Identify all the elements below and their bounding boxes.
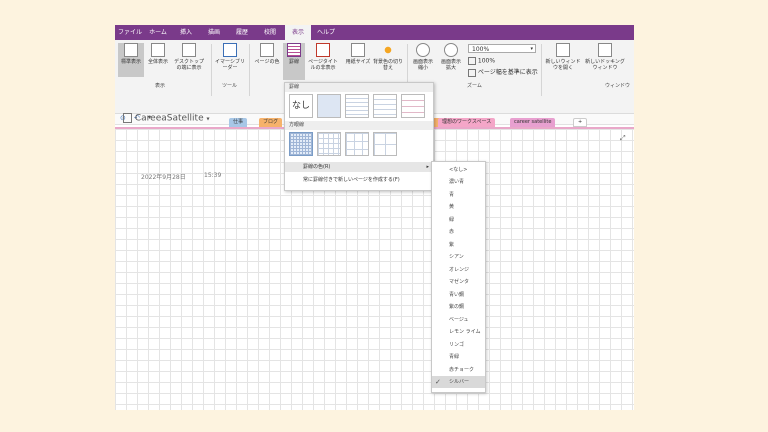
tab-draw[interactable]: 描画 <box>201 25 227 40</box>
ribbon-separator <box>211 44 212 96</box>
rule-lines-button[interactable]: 罫線 <box>283 43 305 80</box>
zoom-in-button[interactable]: 画面表示拡大 <box>439 43 463 77</box>
grid-medium-option[interactable] <box>317 132 341 156</box>
chevron-right-icon: ▸ <box>426 164 429 170</box>
color-item-cyan[interactable]: シアン <box>432 251 485 263</box>
rule-wide-option[interactable] <box>401 94 425 118</box>
page-color-button[interactable]: ページの色 <box>253 43 281 77</box>
color-item-apple[interactable]: リンゴ <box>432 339 485 351</box>
sun-icon <box>381 43 395 57</box>
full-page-view-button[interactable]: 全体表示 <box>146 43 170 77</box>
color-item-red-chalk[interactable]: 赤チョーク <box>432 364 485 376</box>
normal-view-icon <box>124 43 138 57</box>
color-item-red[interactable]: 赤 <box>432 226 485 238</box>
hide-page-title-button[interactable]: ページタイトルの非表示 <box>307 43 339 77</box>
color-item-magenta[interactable]: マゼンタ <box>432 276 485 288</box>
hide-page-title-icon <box>316 43 330 57</box>
rule-color-submenu: <なし> 濃い青 青 黄 緑 赤 紫 シアン オレンジ マゼンタ 青い鋼 紫の鋼… <box>431 161 486 393</box>
tab-file[interactable]: ファイル <box>117 25 143 40</box>
immersive-reader-button[interactable]: イマーシブリーダー <box>215 43 245 77</box>
tab-home[interactable]: ホーム <box>145 25 171 40</box>
section-tab-blog[interactable]: ブログ <box>259 118 283 127</box>
zoom-100-icon <box>468 57 476 65</box>
color-item-yellow[interactable]: 黄 <box>432 201 485 213</box>
ribbon-separator <box>249 44 250 96</box>
chevron-down-icon: ▾ <box>206 115 210 123</box>
section-tab-work[interactable]: 仕事 <box>229 118 248 127</box>
group-label-zoom: ズーム <box>467 83 482 89</box>
grid-lines-header: 方眼線 <box>285 121 433 130</box>
paper-size-icon <box>351 43 365 57</box>
tab-history[interactable]: 履歴 <box>229 25 255 40</box>
color-item-green[interactable]: 緑 <box>432 214 485 226</box>
tab-review[interactable]: 校閲 <box>257 25 283 40</box>
grid-large-option[interactable] <box>345 132 369 156</box>
section-tab-ideal-workspace[interactable]: 理想のワークスペース <box>438 118 496 127</box>
checkmark-icon: ✓ <box>435 378 441 386</box>
rule-lines-dropdown: 罫線 なし 方眼線 罫線の色(R) ▸ 常に罫線付きで新しいページを作成する(F… <box>284 82 434 191</box>
new-docked-window-icon <box>598 43 612 57</box>
group-label-tools: ツール <box>222 83 238 89</box>
color-item-purple-steel[interactable]: 紫の鋼 <box>432 301 485 313</box>
expand-icon[interactable]: ⤢ <box>620 134 626 143</box>
notebook-icon <box>123 113 132 123</box>
normal-view-button[interactable]: 標準表示 <box>118 43 144 77</box>
color-item-blue[interactable]: 青 <box>432 189 485 201</box>
switch-background-button[interactable]: 背景色の切り替え <box>373 43 403 77</box>
chevron-down-icon: ▾ <box>530 46 533 52</box>
page-width-icon <box>468 68 476 77</box>
paper-size-button[interactable]: 用紙サイズ <box>345 43 371 77</box>
color-item-beige[interactable]: ベージュ <box>432 314 485 326</box>
group-label-views: 表示 <box>155 83 166 89</box>
color-item-silver[interactable]: ✓ シルバー <box>432 376 485 388</box>
rule-none-option[interactable]: なし <box>289 94 313 118</box>
rule-narrow-option[interactable] <box>317 94 341 118</box>
new-window-icon <box>556 43 570 57</box>
full-page-view-icon <box>151 43 165 57</box>
zoom-combobox[interactable]: 100% ▾ <box>468 44 536 53</box>
rule-college-option[interactable] <box>345 94 369 118</box>
page-color-icon <box>260 43 274 57</box>
always-create-rule-lines-item[interactable]: 常に罫線付きで新しいページを作成する(F) <box>285 175 433 185</box>
tab-insert[interactable]: 挿入 <box>173 25 199 40</box>
color-item-orange[interactable]: オレンジ <box>432 264 485 276</box>
ribbon-separator <box>541 44 542 96</box>
color-item-blue-steel[interactable]: 青い鋼 <box>432 289 485 301</box>
zoom-out-icon <box>416 43 430 57</box>
zoom-100-button[interactable]: 100% <box>468 57 495 65</box>
color-item-teal[interactable]: 青緑 <box>432 351 485 363</box>
immersive-reader-icon <box>223 43 237 57</box>
add-section-button[interactable]: + <box>573 118 588 127</box>
rule-color-menu-item[interactable]: 罫線の色(R) ▸ <box>285 162 433 172</box>
page-time: 15:39 <box>204 172 222 179</box>
group-label-window: ウィンドウ <box>605 83 631 89</box>
page-width-button[interactable]: ページ幅を基準に表示 <box>468 67 538 77</box>
page-date: 2022年9月28日 <box>141 174 186 181</box>
grid-small-option[interactable] <box>289 132 313 156</box>
color-item-dark-blue[interactable]: 濃い青 <box>432 176 485 188</box>
zoom-in-icon <box>444 43 458 57</box>
dock-to-desktop-button[interactable]: デスクトップの端に表示 <box>172 43 206 77</box>
tab-help[interactable]: ヘルプ <box>313 25 339 40</box>
grid-xlarge-option[interactable] <box>373 132 397 156</box>
dock-to-desktop-icon <box>182 43 196 57</box>
rule-lines-icon <box>287 43 301 57</box>
tab-view[interactable]: 表示 <box>285 25 311 40</box>
color-item-purple[interactable]: 紫 <box>432 239 485 251</box>
rule-standard-option[interactable] <box>373 94 397 118</box>
color-item-none[interactable]: <なし> <box>432 164 485 176</box>
notebook-selector[interactable]: CareeaSatellite ▾ <box>123 113 210 124</box>
menu-bar: ファイル ホーム 挿入 描画 履歴 校閲 表示 ヘルプ <box>115 25 634 40</box>
rule-lines-header: 罫線 <box>285 83 433 92</box>
section-tab-career-satellite[interactable]: career satellite <box>510 118 556 127</box>
zoom-out-button[interactable]: 画面表示縮小 <box>411 43 435 77</box>
color-item-lemon-lime[interactable]: レモン ライム <box>432 326 485 338</box>
new-docked-window-button[interactable]: 新しいドッキングウィンドウ <box>585 43 625 77</box>
new-window-button[interactable]: 新しいウィンドウを開く <box>545 43 581 77</box>
